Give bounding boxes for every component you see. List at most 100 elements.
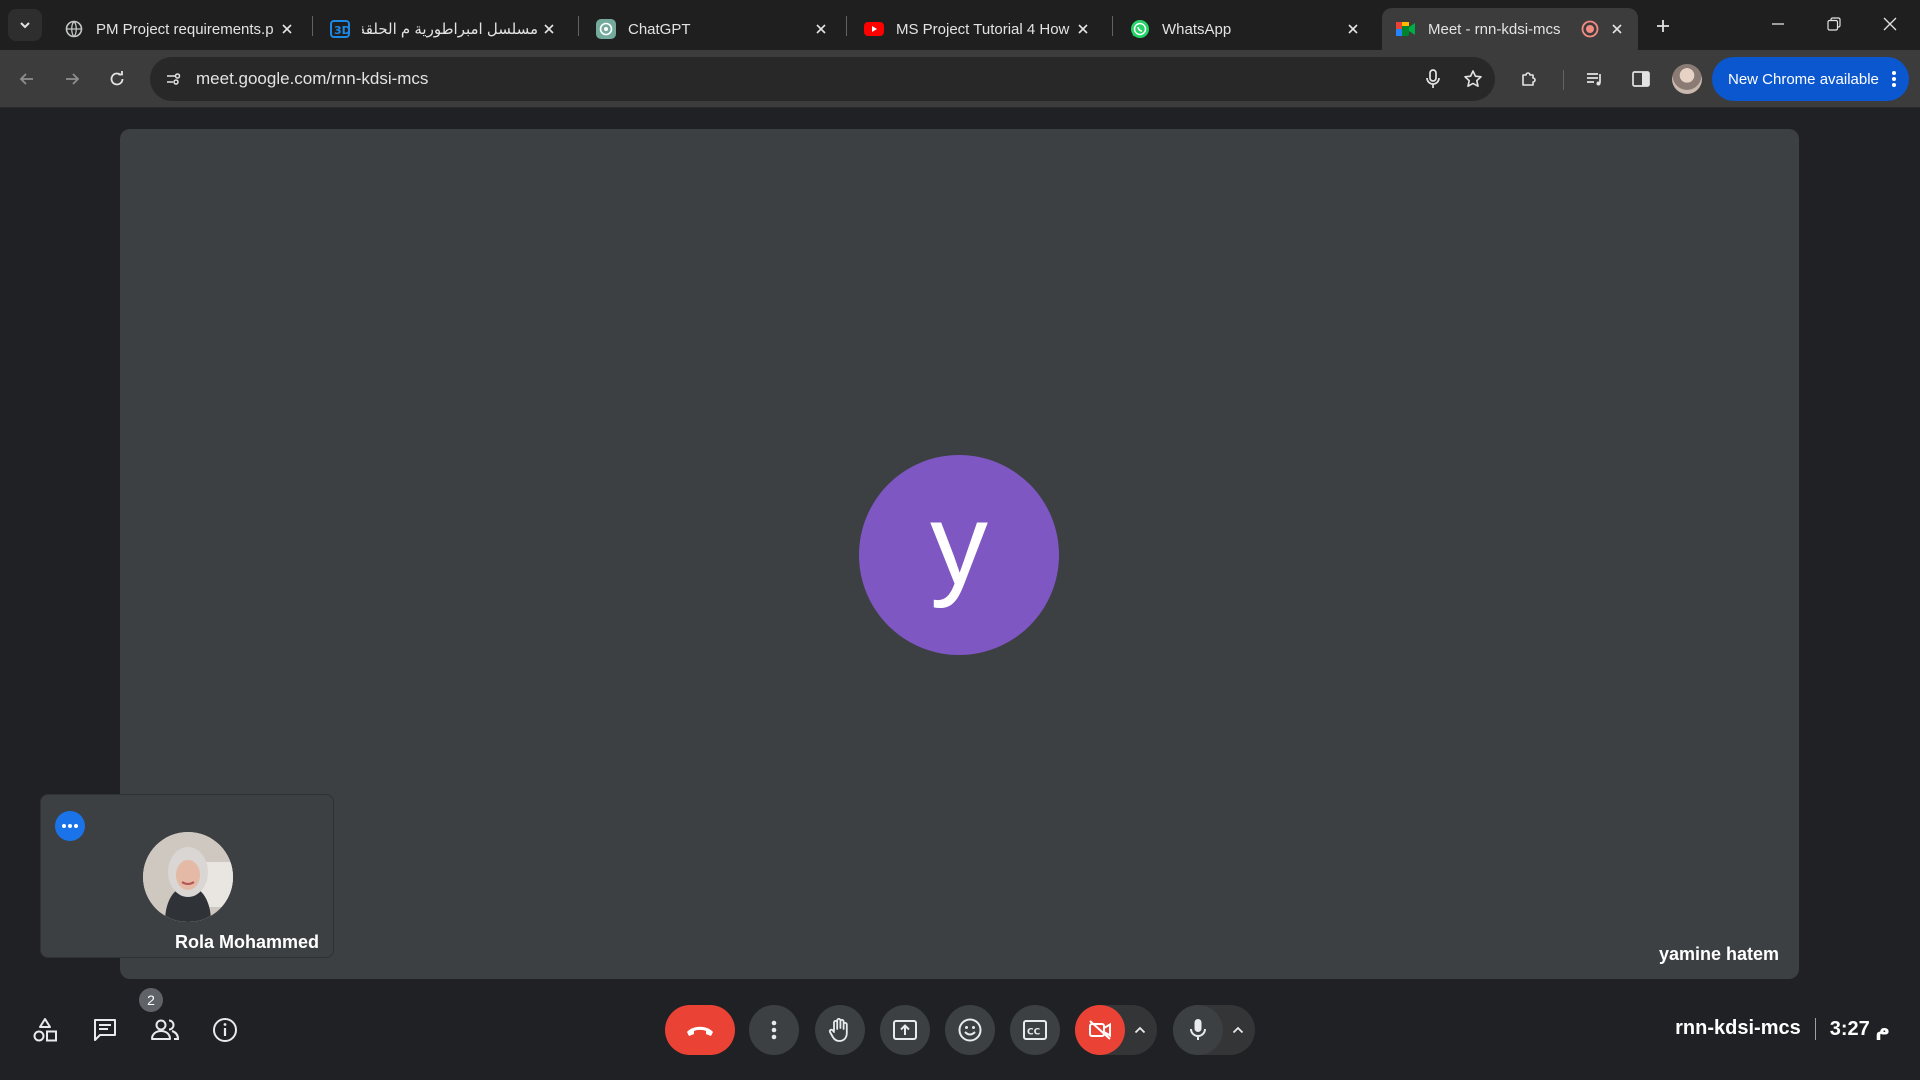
meet-area: y yamine hatem Rola Mohammed 2 CC rnn-kd…: [0, 108, 1920, 1080]
raise-hand-button[interactable]: [815, 1005, 865, 1055]
reload-button[interactable]: [100, 62, 134, 96]
people-button[interactable]: [143, 1008, 187, 1052]
new-tab-button[interactable]: [1650, 13, 1676, 39]
url-text[interactable]: meet.google.com/rnn-kdsi-mcs: [196, 69, 1415, 89]
tab-title: WhatsApp: [1162, 20, 1232, 38]
close-icon: [1883, 17, 1897, 31]
restore-button[interactable]: [1806, 0, 1862, 48]
more-options-button[interactable]: [55, 811, 85, 841]
reactions-button[interactable]: [945, 1005, 995, 1055]
bookmark-star-icon[interactable]: [1455, 61, 1491, 97]
tab-separator: [846, 16, 847, 36]
whatsapp-icon: [1130, 19, 1150, 39]
globe-icon: [64, 19, 84, 39]
address-bar[interactable]: meet.google.com/rnn-kdsi-mcs: [150, 57, 1495, 101]
toolbar-separator: [1563, 70, 1564, 90]
site-3d-icon: 3D: [330, 19, 350, 39]
divider: [1814, 1017, 1816, 1040]
close-icon[interactable]: [1606, 18, 1628, 40]
extensions-button[interactable]: [1512, 62, 1546, 96]
call-end-icon: [687, 1026, 713, 1036]
close-icon[interactable]: [1342, 18, 1364, 40]
meet-icon: [1396, 19, 1416, 39]
minimize-button[interactable]: [1750, 0, 1806, 48]
youtube-icon: [864, 19, 884, 39]
chevron-up-icon: [1134, 1026, 1146, 1034]
more-options-button[interactable]: [749, 1005, 799, 1055]
tab-separator: [578, 16, 579, 36]
tab-meet[interactable]: Meet - rnn-kdsi-mcs: [1382, 8, 1638, 50]
arrow-right-icon: [66, 73, 80, 85]
microphone-icon[interactable]: [1415, 61, 1451, 97]
update-chrome-label: New Chrome available: [1728, 70, 1879, 88]
close-icon[interactable]: [276, 18, 298, 40]
closed-caption-icon: CC: [1023, 1020, 1047, 1040]
tab-series[interactable]: 3D مسلسل امبراطورية م الحلقة: [316, 8, 570, 50]
tab-search-button[interactable]: [8, 9, 42, 41]
mic-options-button[interactable]: [1223, 1005, 1253, 1055]
tab-separator: [312, 16, 313, 36]
tab-title: PM Project requirements.p: [96, 20, 274, 38]
queue-music-icon: [1587, 73, 1601, 86]
tab-chatgpt[interactable]: ChatGPT: [582, 8, 842, 50]
tab-youtube[interactable]: MS Project Tutorial 4 How: [850, 8, 1104, 50]
side-panel-icon: [1632, 71, 1650, 87]
info-icon: [213, 1018, 237, 1042]
chevron-down-icon: [20, 22, 30, 29]
mic-toggle-button[interactable]: [1173, 1005, 1223, 1055]
svg-text:CC: CC: [1027, 1028, 1041, 1038]
participant-avatar: y: [859, 455, 1059, 655]
close-icon[interactable]: [538, 18, 560, 40]
chat-button[interactable]: [83, 1008, 127, 1052]
people-icon: [151, 1019, 180, 1040]
svg-text:3D: 3D: [334, 24, 350, 37]
back-button[interactable]: [10, 62, 44, 96]
chevron-up-icon: [1232, 1026, 1244, 1034]
tab-separator: [1112, 16, 1113, 36]
tab-title: ChatGPT: [628, 20, 691, 38]
browser-toolbar: meet.google.com/rnn-kdsi-mcs New Chrome …: [0, 50, 1920, 108]
camera-options-button[interactable]: [1125, 1005, 1155, 1055]
side-panel-button[interactable]: [1624, 62, 1658, 96]
captions-button[interactable]: CC: [1010, 1005, 1060, 1055]
meeting-info: rnn-kdsi-mcs 3:27 م: [1675, 1016, 1890, 1041]
hand-icon: [828, 1018, 848, 1042]
tab-strip: PM Project requirements.p 3D مسلسل امبرا…: [0, 0, 1920, 50]
recording-icon: [1580, 19, 1600, 39]
videocam-off-icon: [1089, 1020, 1111, 1040]
camera-toggle-button[interactable]: [1075, 1005, 1125, 1055]
mic-icon: [1190, 1019, 1206, 1040]
chatgpt-icon: [596, 19, 616, 39]
participant-tile-main[interactable]: y yamine hatem: [120, 129, 1799, 979]
more-vert-icon: [771, 1020, 777, 1040]
tab-title: MS Project Tutorial 4 How: [896, 20, 1070, 38]
shapes-icon: [33, 1018, 57, 1042]
self-avatar: [143, 832, 233, 922]
media-controls-button[interactable]: [1578, 62, 1612, 96]
self-name: Rola Mohammed: [175, 932, 320, 952]
more-horiz-icon: [62, 824, 78, 828]
forward-button[interactable]: [55, 62, 89, 96]
plus-icon: [1657, 20, 1669, 32]
activities-button[interactable]: [23, 1008, 67, 1052]
meeting-details-button[interactable]: [203, 1008, 247, 1052]
profile-avatar[interactable]: [1672, 64, 1702, 94]
puzzle-icon: [1522, 72, 1536, 86]
restore-icon: [1827, 17, 1841, 31]
present-screen-button[interactable]: [880, 1005, 930, 1055]
close-icon[interactable]: [1072, 18, 1094, 40]
close-icon[interactable]: [810, 18, 832, 40]
minimize-icon: [1772, 23, 1784, 25]
arrow-left-icon: [19, 73, 33, 85]
more-vert-icon: [1892, 71, 1896, 87]
chat-icon: [94, 1019, 116, 1041]
update-chrome-button[interactable]: New Chrome available: [1712, 57, 1909, 101]
self-view-tile[interactable]: Rola Mohammed: [40, 794, 334, 958]
tab-pm-project[interactable]: PM Project requirements.p: [50, 8, 308, 50]
leave-call-button[interactable]: [665, 1005, 735, 1055]
site-info-icon[interactable]: [158, 64, 188, 94]
reload-icon: [110, 71, 124, 86]
tab-whatsapp[interactable]: WhatsApp: [1116, 8, 1374, 50]
window-close-button[interactable]: [1862, 0, 1918, 48]
present-to-all-icon: [893, 1020, 917, 1040]
